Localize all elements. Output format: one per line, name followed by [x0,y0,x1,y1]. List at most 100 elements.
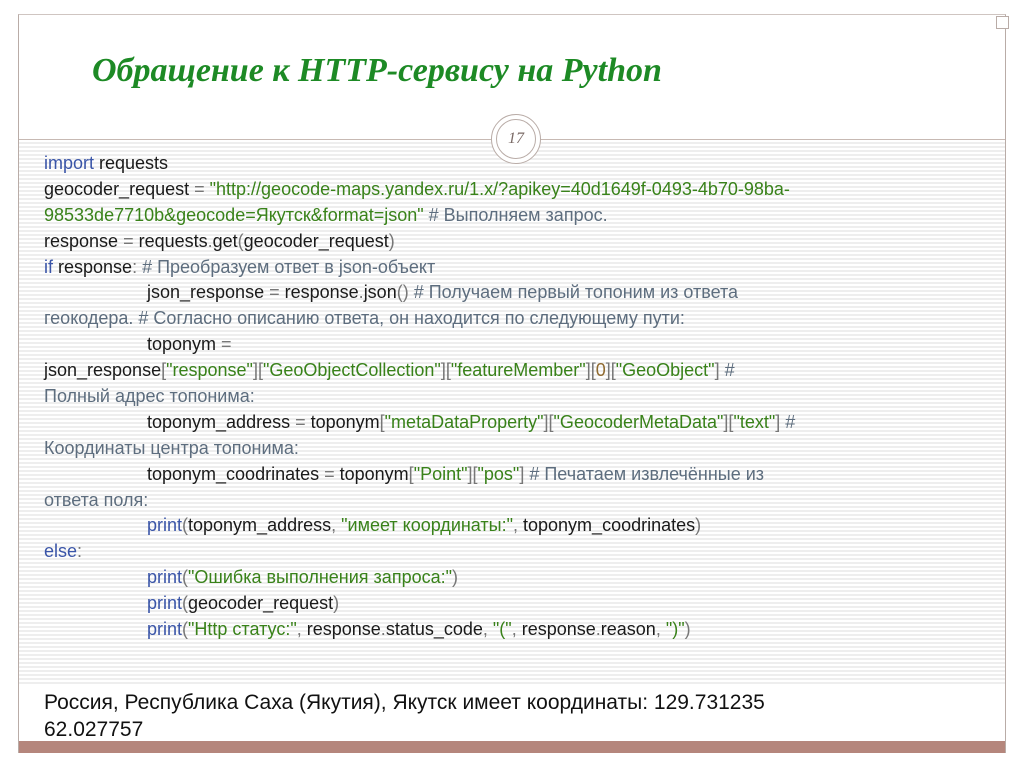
code-line-10: Полный адрес топонима: [44,384,1004,410]
output-line-1: Россия, Республика Саха (Якутия), Якутск… [44,691,765,714]
slide-title: Обращение к HTTP-сервису на Python [92,52,662,89]
code-token: if [44,256,53,277]
code-token: json [363,282,397,303]
code-token: , [296,619,307,640]
code-token: toponym [147,334,222,355]
code-line-9: json_response["response"]["GeoObjectColl… [44,358,1004,384]
code-token: response [279,282,359,303]
code-token: ")" [665,619,685,640]
code-token: = [324,463,335,484]
code-comment: ответа поля: [44,489,149,510]
code-token: "pos" [477,463,520,484]
code-block: import requests geocoder_request = "http… [44,151,1004,643]
code-token: toponym [334,463,409,484]
code-token: , [331,515,342,536]
code-line-12: Координаты центра топонима: [44,436,1004,462]
code-line-15: print(toponym_address, "имеет координаты… [44,513,1004,539]
code-token: "response" [166,360,253,381]
code-token: "Ошибка выполнения запроса:" [188,567,452,588]
code-token: print [147,515,183,536]
code-line-17: print("Ошибка выполнения запроса:") [44,565,1004,591]
code-token: print [147,593,183,614]
code-token: ][ [440,360,451,381]
code-token: = [123,230,134,251]
code-token: ][ [585,360,596,381]
code-token: "(" [492,619,512,640]
code-token: , [511,619,522,640]
code-line-2: geocoder_request = "http://geocode-maps.… [44,177,1004,203]
code-token: toponym [305,411,380,432]
code-comment: Координаты центра топонима: [44,437,299,458]
code-line-16: else: [44,539,1004,565]
code-token: "Http статус:" [188,619,297,640]
code-token: import [44,153,95,173]
code-token: geocoder_request [243,230,389,251]
code-token: json_response [147,282,270,303]
code-token: else [44,541,78,562]
code-comment: геокодера. # Согласно описанию ответа, о… [44,308,685,329]
code-token: ][ [252,360,263,381]
code-comment: # Печатаем извлечённые из [524,463,765,484]
code-token: requests [133,230,208,251]
code-token: geocoder_request [188,593,334,614]
page-number: 17 [508,130,524,147]
code-token: 98533de7710b&geocode=Якутск&format=json" [44,204,424,225]
code-token: "Point" [413,463,468,484]
code-token: toponym_address [147,411,296,432]
code-line-18: print(geocoder_request) [44,591,1004,617]
code-token: json_response [44,360,162,381]
code-token: = [194,178,205,199]
code-line-4: response = requests.get(geocoder_request… [44,229,1004,255]
code-token: "имеет координаты:" [341,515,513,536]
code-token: ) [388,230,395,251]
code-line-13: toponym_coodrinates = toponym["Point"]["… [44,462,1004,488]
code-line-6: json_response = response.json() # Получа… [44,280,1004,306]
page-number-badge: 17 [491,114,541,164]
code-token: "featureMember" [450,360,586,381]
code-comment: # Преобразуем ответ в json-объект [137,256,436,277]
code-token: ][ [605,360,616,381]
code-comment: # Выполняем запрос. [423,204,608,225]
program-output: Россия, Республика Саха (Якутия), Якутск… [44,689,984,743]
code-token: requests [94,153,169,173]
code-token: "metaDataProperty" [384,411,544,432]
code-line-8: toponym = [44,332,1004,358]
code-token: = [269,282,280,303]
code-token: () [396,282,409,303]
code-token: , [655,619,666,640]
code-line-3: 98533de7710b&geocode=Якутск&format=json"… [44,203,1004,229]
code-token: ) [684,619,691,640]
bottom-band [19,741,1005,753]
code-token: = [295,411,306,432]
code-token: "GeocoderMetaData" [553,411,724,432]
code-token: "GeoObject" [615,360,715,381]
code-comment: # Получаем первый топоним из ответа [408,282,739,303]
code-token: response [44,230,124,251]
code-token: status_code [385,619,483,640]
code-token: = [221,334,232,355]
code-line-11: toponym_address = toponym["metaDataPrope… [44,410,1004,436]
code-token: "text" [733,411,776,432]
code-token: ) [452,567,458,588]
code-comment: # [719,360,735,381]
code-token: 0 [595,360,606,381]
code-token: , [513,515,524,536]
code-token: ) [695,515,702,536]
code-token: : [77,541,83,562]
code-token: response [306,619,381,640]
output-line-2: 62.027757 [44,718,144,741]
code-token: print [147,567,183,588]
code-line-14: ответа поля: [44,488,1004,514]
code-token: ][ [467,463,478,484]
code-token: print [147,619,183,640]
code-token: reason [600,619,656,640]
code-token: ][ [543,411,554,432]
code-line-5: if response: # Преобразуем ответ в json-… [44,255,1004,281]
corner-square-decoration [996,16,1009,29]
code-comment: # [780,411,796,432]
code-token: "GeoObjectCollection" [262,360,441,381]
code-line-7: геокодера. # Согласно описанию ответа, о… [44,306,1004,332]
code-token: , [482,619,493,640]
code-comment: Полный адрес топонима: [44,386,255,407]
code-token: ) [333,593,340,614]
